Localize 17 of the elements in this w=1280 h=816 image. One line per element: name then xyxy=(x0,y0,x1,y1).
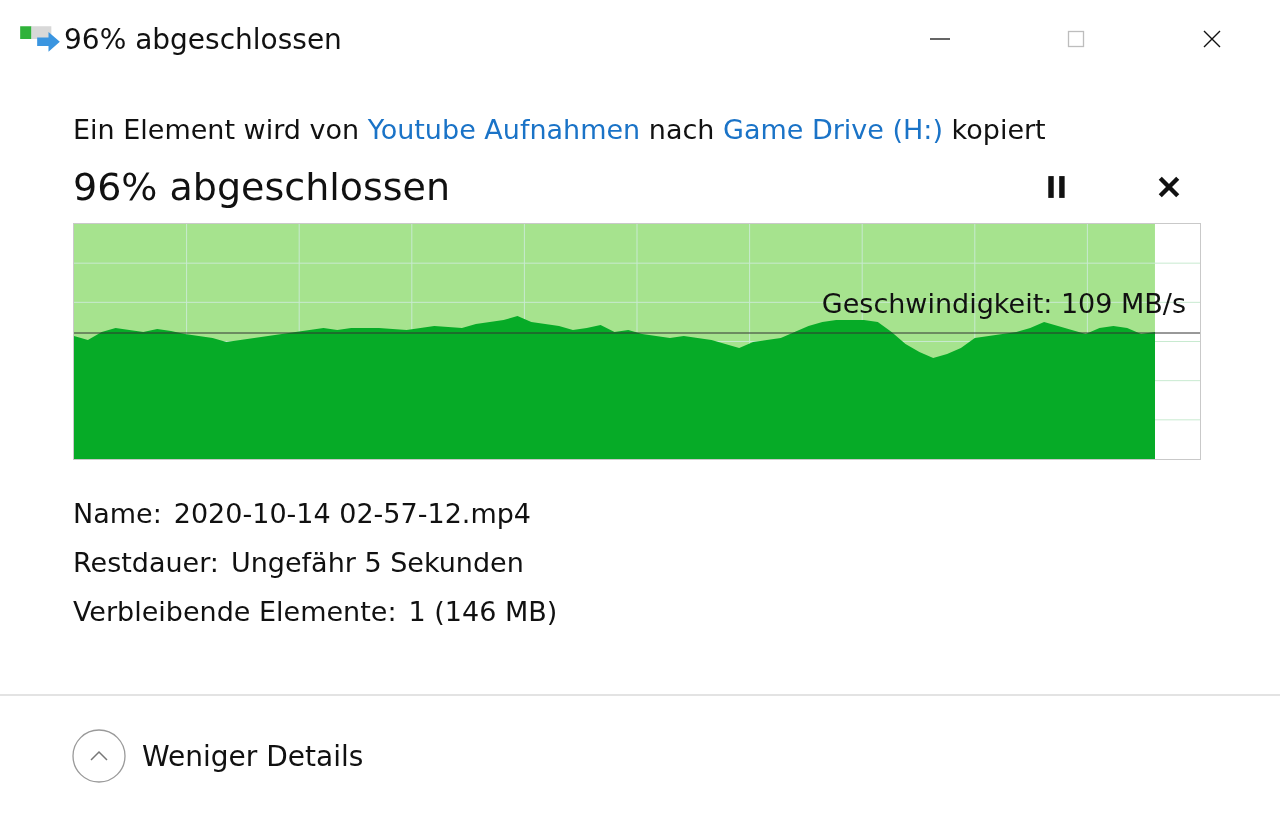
cancel-icon xyxy=(1157,175,1181,199)
detail-value: 1 (146 MB) xyxy=(408,596,558,629)
speed-label: Geschwindigkeit: 109 MB/s xyxy=(821,288,1186,319)
detail-value: Ungefähr 5 Sekunden xyxy=(230,547,524,580)
progress-heading: 96% abgeschlossen xyxy=(73,165,452,209)
details-toggle-button[interactable]: Weniger Details xyxy=(72,729,364,783)
detail-label: Restdauer: xyxy=(73,547,219,580)
folder-link[interactable]: Game Drive (H:) xyxy=(723,114,943,145)
copy-description: Ein Element wird von Youtube Aufnahmen nach Game Drive (H:) kopiert xyxy=(73,114,1047,145)
detail-label: Name: xyxy=(73,498,162,531)
minimize-icon xyxy=(930,38,950,40)
close-icon xyxy=(1202,29,1222,49)
detail-value: 2020-10-14 02-57-12.mp4 xyxy=(173,498,531,531)
window-title: 96% abgeschlossen xyxy=(64,22,342,56)
detail-label: Verbleibende Elemente: xyxy=(73,596,397,629)
folder-link[interactable]: Youtube Aufnahmen xyxy=(367,114,641,145)
pause-icon xyxy=(1046,175,1068,199)
